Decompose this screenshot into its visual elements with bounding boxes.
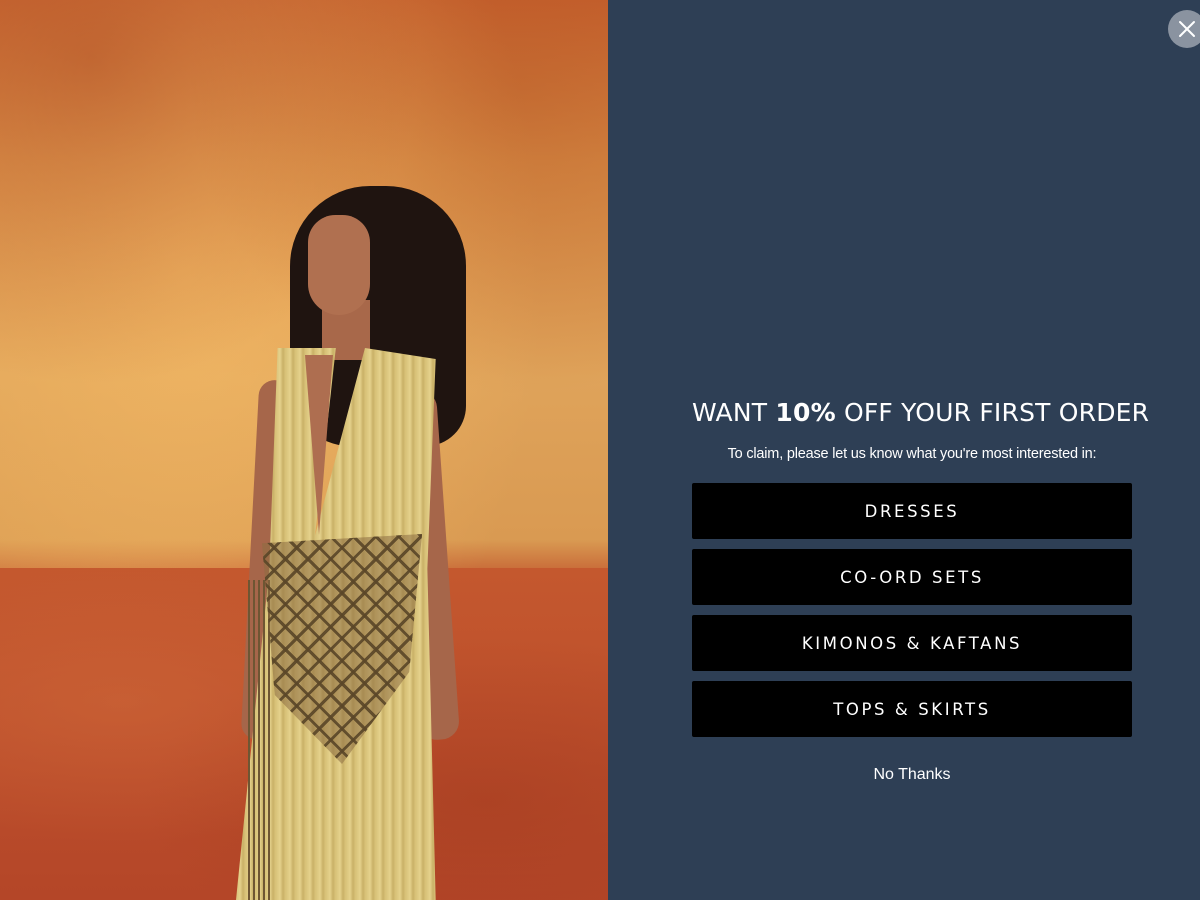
model-figure <box>0 0 608 900</box>
offer-panel: WANT 10% OFF YOUR FIRST ORDER To claim, … <box>608 0 1200 900</box>
headline-prefix: WANT <box>692 398 776 427</box>
signup-popup: WANT 10% OFF YOUR FIRST ORDER To claim, … <box>0 0 1200 900</box>
kimonos-kaftans-button[interactable]: KIMONOS & KAFTANS <box>692 615 1132 671</box>
close-button[interactable] <box>1168 10 1200 48</box>
no-thanks-link[interactable]: No Thanks <box>867 765 956 785</box>
co-ord-sets-button[interactable]: CO-ORD SETS <box>692 549 1132 605</box>
model-face <box>308 215 370 315</box>
model-photo <box>0 0 608 900</box>
headline-suffix: OFF YOUR FIRST ORDER <box>835 398 1150 427</box>
offer-subtext: To claim, please let us know what you're… <box>727 446 1097 462</box>
dresses-button[interactable]: DRESSES <box>692 483 1132 539</box>
headline-discount: 10% <box>775 398 836 427</box>
offer-headline: WANT 10% OFF YOUR FIRST ORDER <box>692 396 1149 430</box>
close-icon <box>1179 21 1195 37</box>
offer-content: WANT 10% OFF YOUR FIRST ORDER To claim, … <box>692 396 1149 785</box>
tops-skirts-button[interactable]: TOPS & SKIRTS <box>692 681 1132 737</box>
macrame-fringe <box>248 580 272 900</box>
